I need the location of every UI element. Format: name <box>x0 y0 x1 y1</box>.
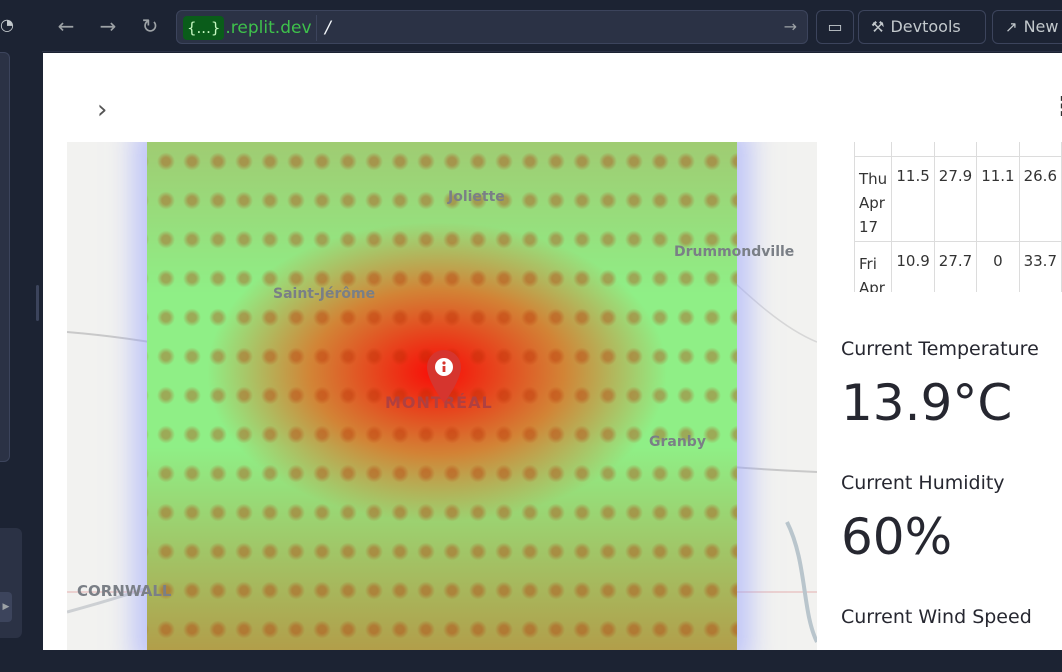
main-menu-kebab-icon[interactable]: ⋮ <box>1050 93 1062 121</box>
location-pin-icon[interactable] <box>424 345 464 405</box>
heatmap-map[interactable]: Joliette Drummondville Saint-Jérôme MONT… <box>67 142 817 650</box>
temperature-value: 13.9°C <box>841 374 1013 432</box>
side-panel <box>0 52 10 462</box>
map-label-saint-jerome: Saint-Jérôme <box>273 286 376 302</box>
gauge-icon[interactable]: ◔ <box>0 14 22 36</box>
url-host: {...} .replit.dev <box>183 16 312 40</box>
back-arrow-icon[interactable]: ← <box>54 14 78 38</box>
humidity-value: 60% <box>841 508 953 566</box>
temperature-label: Current Temperature <box>841 338 1039 360</box>
table-row: Thu Apr 17 11.5 27.9 11.1 26.6 <box>854 156 1062 242</box>
app-root: ◔ ▶ ← → ↻ {...} .replit.dev / → ▭ ⚒ Devto… <box>0 0 1062 672</box>
table-cell: 33.7 <box>1018 241 1062 292</box>
table-row: FriApr 18 10.9 27.7 0 33.7 <box>854 241 1062 292</box>
table-row <box>854 142 1062 157</box>
forward-arrow-icon[interactable]: → <box>96 14 120 38</box>
table-cell: 11.1 <box>976 156 1020 242</box>
url-host-badge: {...} <box>183 16 225 40</box>
wrench-icon: ⚒ <box>871 18 885 36</box>
table-cell: 11.5 <box>891 156 935 242</box>
bottom-status-bar <box>0 650 1062 672</box>
app-page: › ⋮ Joliette Drummondville Saint-Jérôme … <box>43 53 1062 650</box>
table-cell: 10.9 <box>891 241 935 292</box>
url-bar[interactable]: {...} .replit.dev / → <box>176 10 808 44</box>
map-label-cornwall: CORNWALL <box>77 582 172 600</box>
map-label-joliette: Joliette <box>448 189 505 205</box>
external-link-icon: ↗ <box>1005 18 1018 36</box>
browser-toolbar: ← → ↻ {...} .replit.dev / → ▭ ⚒ Devtools … <box>42 0 1062 52</box>
url-separator <box>316 15 317 41</box>
table-cell-day: FriApr 18 <box>854 241 893 292</box>
run-icon[interactable]: ▶ <box>0 592 12 622</box>
new-tab-label: New tab <box>1023 17 1062 36</box>
table-cell: 27.9 <box>933 156 978 242</box>
sidebar-expand-chevron-icon[interactable]: › <box>97 97 107 123</box>
device-preview-button[interactable]: ▭ <box>816 10 854 44</box>
url-host-text: .replit.dev <box>225 18 312 38</box>
table-cell: 26.6 <box>1018 156 1062 242</box>
humidity-label: Current Humidity <box>841 472 1005 494</box>
table-cell: 27.7 <box>933 241 978 292</box>
new-tab-button[interactable]: ↗ New tab <box>992 10 1062 44</box>
url-path[interactable]: / <box>325 18 331 38</box>
reload-icon[interactable]: ↻ <box>138 14 162 38</box>
map-label-granby: Granby <box>649 434 706 450</box>
monitor-icon: ▭ <box>827 17 843 36</box>
devtools-button[interactable]: ⚒ Devtools <box>858 10 986 44</box>
go-arrow-icon[interactable]: → <box>784 17 797 36</box>
map-label-drummondville: Drummondville <box>674 244 795 260</box>
resize-handle[interactable] <box>36 285 39 321</box>
forecast-table-grid: ThuApr 17 11.5 27.9 11.1 26.6 FriApr 18 … <box>854 142 1062 292</box>
table-cell-day <box>854 142 893 157</box>
devtools-label: Devtools <box>890 17 961 36</box>
table-cell-day: Thu Apr 17 <box>854 156 893 242</box>
workspace-left-strip: ◔ ▶ <box>0 0 42 672</box>
forecast-table: ThuApr 17 11.5 27.9 11.1 26.6 FriApr 18 … <box>854 142 1062 292</box>
wind-speed-label: Current Wind Speed <box>841 606 1032 628</box>
table-cell: 0 <box>976 241 1020 292</box>
